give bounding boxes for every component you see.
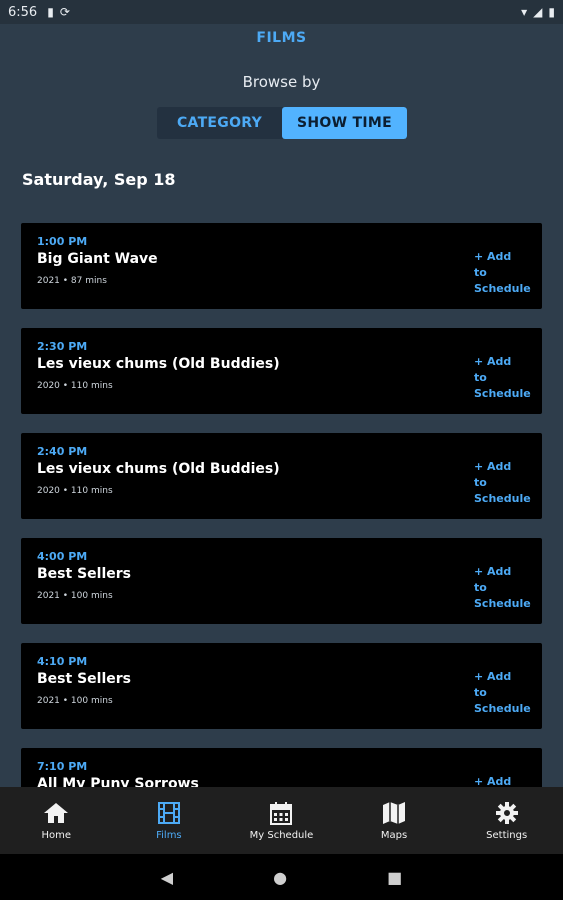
- nav-home[interactable]: Home: [0, 787, 113, 854]
- sd-card-icon: ▮: [47, 5, 54, 19]
- home-circle-icon[interactable]: ●: [273, 868, 287, 887]
- calendar-icon: [267, 800, 295, 826]
- map-icon: [380, 800, 408, 826]
- home-icon: [42, 800, 70, 826]
- add-to-schedule-button[interactable]: + Add to Schedule: [474, 354, 531, 402]
- film-icon: [155, 800, 183, 826]
- film-time: 1:00 PM: [37, 235, 88, 248]
- nav-label: Films: [156, 830, 182, 841]
- film-title: Big Giant Wave: [37, 251, 158, 267]
- film-time: 4:00 PM: [37, 550, 88, 563]
- nav-settings[interactable]: Settings: [450, 787, 563, 854]
- add-to-schedule-button[interactable]: + Add to Schedule: [474, 669, 531, 717]
- film-list: 1:00 PM Big Giant Wave 2021 • 87 mins + …: [21, 223, 542, 853]
- status-time: 6:56: [8, 4, 38, 20]
- nav-label: Maps: [380, 830, 408, 841]
- date-heading: Saturday, Sep 18: [22, 170, 176, 189]
- film-title: Best Sellers: [37, 566, 131, 582]
- system-nav: ◀ ● ■: [0, 854, 563, 900]
- nav-maps[interactable]: Maps: [338, 787, 451, 854]
- film-card[interactable]: 2:40 PM Les vieux chums (Old Buddies) 20…: [21, 433, 542, 519]
- add-to-schedule-button[interactable]: + Add to Schedule: [474, 459, 531, 507]
- sync-icon: ⟳: [59, 5, 70, 19]
- film-card[interactable]: 2:30 PM Les vieux chums (Old Buddies) 20…: [21, 328, 542, 414]
- nav-label: My Schedule: [249, 830, 314, 841]
- film-meta: 2021 • 100 mins: [37, 696, 113, 706]
- film-meta: 2021 • 100 mins: [37, 591, 113, 601]
- film-meta: 2020 • 110 mins: [37, 381, 113, 391]
- nav-label: Settings: [486, 830, 528, 841]
- browse-by-label: Browse by: [242, 73, 321, 91]
- browse-toggle: CATEGORY SHOW TIME: [157, 107, 407, 139]
- status-bar: 6:56 ▮ ⟳ ▾ ◢ ▮: [0, 0, 563, 24]
- bottom-nav: Home Films My Schedule Maps Settings: [0, 787, 563, 854]
- film-title: Les vieux chums (Old Buddies): [37, 461, 280, 477]
- add-to-schedule-button[interactable]: + Add to Schedule: [474, 564, 531, 612]
- signal-icon: ◢: [533, 5, 543, 19]
- recents-icon[interactable]: ■: [387, 868, 402, 887]
- back-icon[interactable]: ◀: [161, 868, 173, 887]
- film-title: Best Sellers: [37, 671, 131, 687]
- nav-my-schedule[interactable]: My Schedule: [225, 787, 338, 854]
- film-card[interactable]: 4:10 PM Best Sellers 2021 • 100 mins + A…: [21, 643, 542, 729]
- wifi-icon: ▾: [521, 5, 528, 19]
- status-right: ▾ ◢ ▮: [521, 5, 555, 19]
- page-title: FILMS: [256, 30, 307, 46]
- film-meta: 2021 • 87 mins: [37, 276, 107, 286]
- film-card[interactable]: 1:00 PM Big Giant Wave 2021 • 87 mins + …: [21, 223, 542, 309]
- film-card[interactable]: 4:00 PM Best Sellers 2021 • 100 mins + A…: [21, 538, 542, 624]
- film-title: Les vieux chums (Old Buddies): [37, 356, 280, 372]
- film-meta: 2020 • 110 mins: [37, 486, 113, 496]
- film-time: 7:10 PM: [37, 760, 88, 773]
- battery-icon: ▮: [548, 5, 555, 19]
- category-tab[interactable]: CATEGORY: [157, 107, 282, 139]
- nav-label: Home: [41, 830, 72, 841]
- show-time-tab[interactable]: SHOW TIME: [282, 107, 407, 139]
- add-to-schedule-button[interactable]: + Add to Schedule: [474, 249, 531, 297]
- film-time: 2:30 PM: [37, 340, 88, 353]
- film-time: 4:10 PM: [37, 655, 88, 668]
- nav-films[interactable]: Films: [113, 787, 226, 854]
- film-time: 2:40 PM: [37, 445, 88, 458]
- gear-icon: [493, 800, 521, 826]
